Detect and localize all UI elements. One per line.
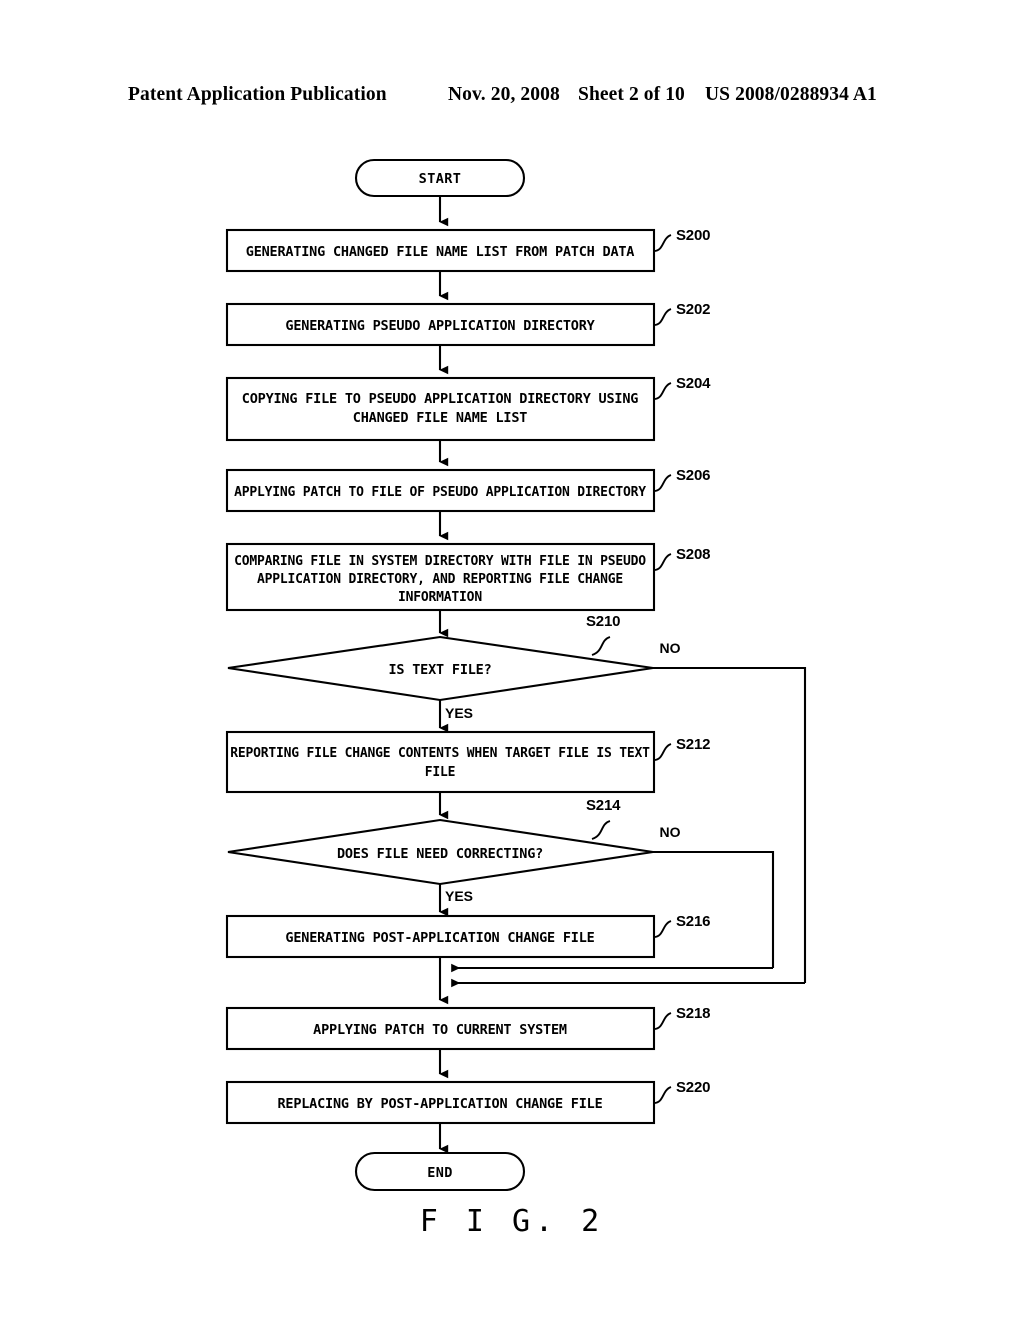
node-start: START [354, 158, 526, 198]
leader-s218 [653, 1012, 672, 1030]
node-s200-line-0: GENERATING CHANGED FILE NAME LIST FROM P… [246, 244, 635, 260]
node-s208: COMPARING FILE IN SYSTEM DIRECTORY WITH … [225, 542, 656, 612]
step-label-s212: S212 [676, 736, 710, 753]
step-label-s202: S202 [676, 301, 710, 318]
leader-s204 [653, 382, 672, 400]
leader-s202 [653, 308, 672, 326]
node-s204-line-0: COPYING FILE TO PSEUDO APPLICATION DIREC… [242, 391, 638, 407]
node-end: END [354, 1151, 526, 1192]
step-label-s210: S210 [586, 613, 620, 630]
connector-s214-no-rail [653, 850, 775, 968]
step-label-s208: S208 [676, 546, 710, 563]
leader-s210 [591, 636, 611, 656]
node-s220-line-0: REPLACING BY POST-APPLICATION CHANGE FIL… [277, 1096, 602, 1112]
node-s212-line-1: FILE [425, 765, 456, 780]
node-s206-line-0: APPLYING PATCH TO FILE OF PSEUDO APPLICA… [234, 485, 646, 500]
node-s210-line-0: IS TEXT FILE? [388, 662, 491, 678]
node-s210: IS TEXT FILE? [227, 635, 654, 702]
step-label-s200: S200 [676, 227, 710, 244]
node-s212: REPORTING FILE CHANGE CONTENTS WHEN TARG… [225, 730, 656, 794]
branch-label-s214-yes: YES [445, 888, 473, 904]
node-s208-line-0: COMPARING FILE IN SYSTEM DIRECTORY WITH … [234, 554, 646, 569]
branch-label-s210-no: NO [660, 640, 681, 656]
figure-caption: F I G. 2 [419, 1204, 605, 1239]
node-end-label: END [427, 1165, 453, 1181]
step-label-s218: S218 [676, 1005, 710, 1022]
node-s216-line-0: GENERATING POST-APPLICATION CHANGE FILE [285, 930, 594, 946]
node-s208-line-1: APPLICATION DIRECTORY, AND REPORTING FIL… [257, 572, 623, 587]
node-s216: GENERATING POST-APPLICATION CHANGE FILE [225, 914, 656, 959]
leader-s214 [591, 820, 611, 840]
leader-s206 [653, 474, 672, 492]
node-start-label: START [419, 171, 462, 187]
node-s208-line-2: INFORMATION [398, 590, 482, 605]
node-s204: COPYING FILE TO PSEUDO APPLICATION DIREC… [225, 376, 656, 442]
flowchart-figure: START GENERATING CHANGED FILE NAME LIST … [0, 0, 1024, 1320]
step-label-s214: S214 [586, 797, 621, 814]
leader-s216 [653, 920, 672, 938]
node-s212-line-0: REPORTING FILE CHANGE CONTENTS WHEN TARG… [230, 746, 650, 761]
node-s214: DOES FILE NEED CORRECTING? [227, 818, 654, 886]
step-label-s220: S220 [676, 1079, 710, 1096]
node-s214-line-0: DOES FILE NEED CORRECTING? [337, 846, 543, 862]
leader-s200 [653, 234, 672, 252]
node-s218-line-0: APPLYING PATCH TO CURRENT SYSTEM [313, 1022, 567, 1038]
branch-label-s214-no: NO [660, 824, 681, 840]
step-label-s204: S204 [676, 375, 711, 392]
node-s218: APPLYING PATCH TO CURRENT SYSTEM [225, 1006, 656, 1051]
leader-s212 [653, 743, 672, 761]
branch-label-s210-yes: YES [445, 705, 473, 721]
node-s202-line-0: GENERATING PSEUDO APPLICATION DIRECTORY [285, 318, 595, 334]
node-s200: GENERATING CHANGED FILE NAME LIST FROM P… [225, 228, 656, 273]
step-label-s206: S206 [676, 467, 710, 484]
node-s220: REPLACING BY POST-APPLICATION CHANGE FIL… [225, 1080, 656, 1125]
node-s206: APPLYING PATCH TO FILE OF PSEUDO APPLICA… [225, 468, 656, 513]
leader-s208 [653, 553, 672, 571]
leader-s220 [653, 1086, 672, 1104]
node-s202: GENERATING PSEUDO APPLICATION DIRECTORY [225, 302, 656, 347]
node-s204-line-1: CHANGED FILE NAME LIST [353, 410, 527, 426]
step-label-s216: S216 [676, 913, 710, 930]
